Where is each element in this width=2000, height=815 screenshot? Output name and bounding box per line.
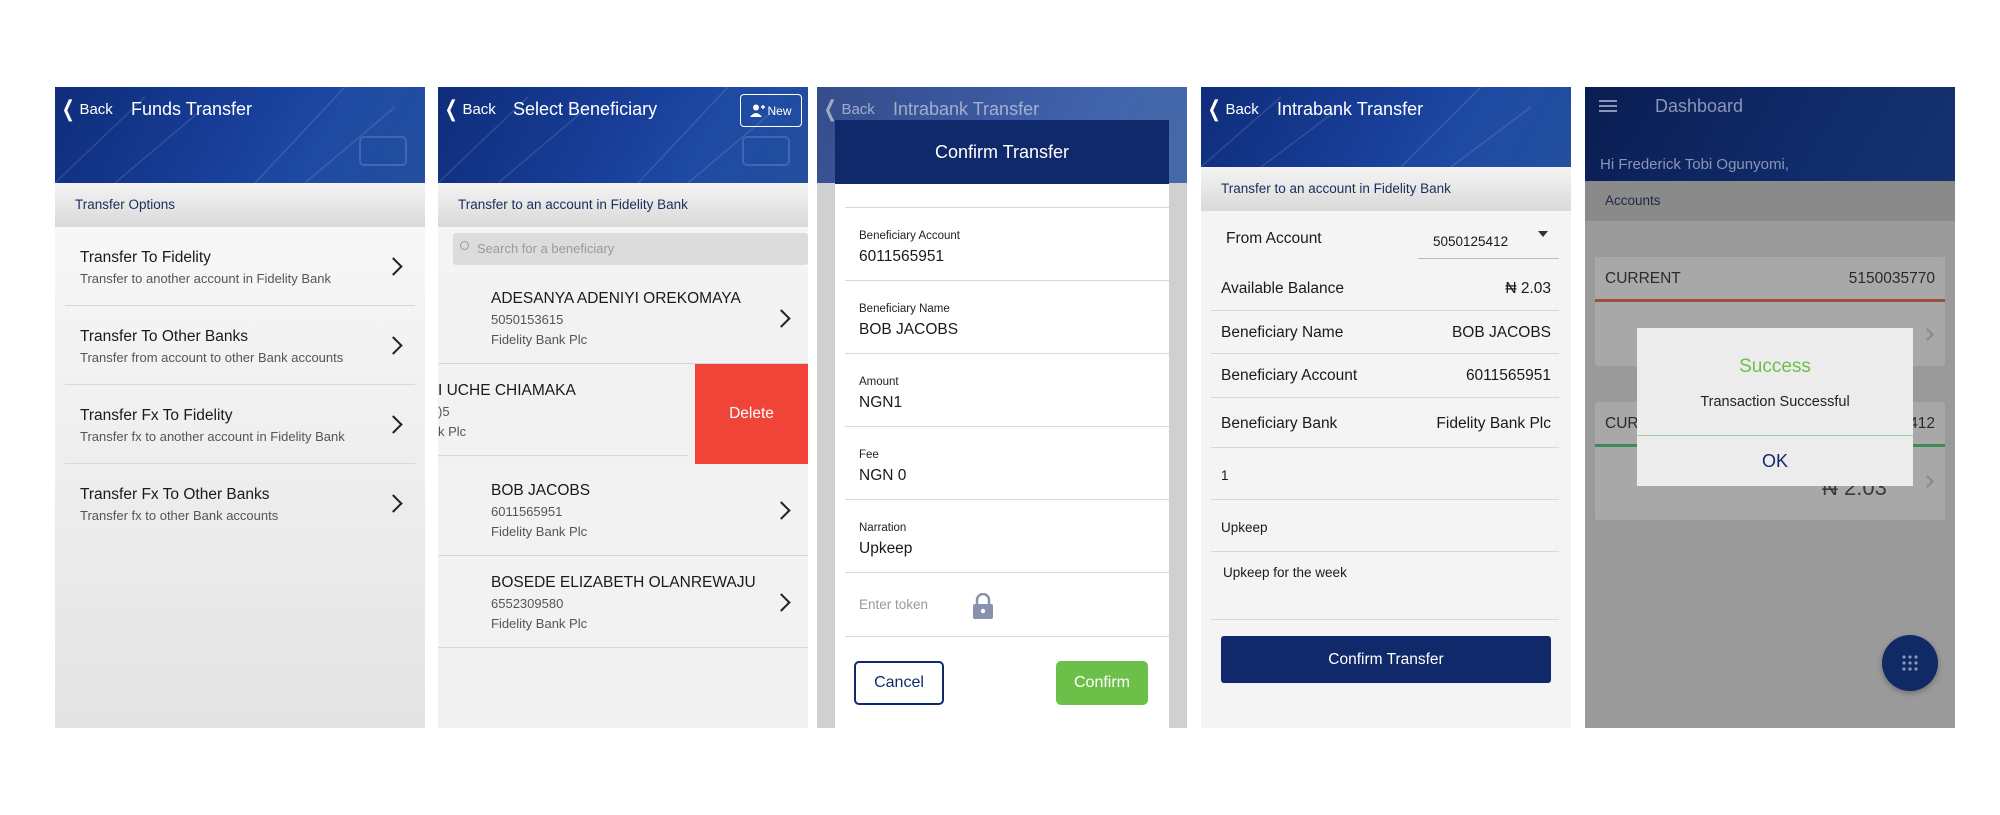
lock-icon — [973, 593, 993, 619]
from-account-select[interactable]: 5050125412 — [1418, 219, 1559, 259]
beneficiary-bank-row: Beneficiary Bank Fidelity Bank Plc — [1211, 398, 1559, 448]
dialog-message: Transaction Successful — [1700, 394, 1850, 410]
beneficiary-list: ADESANYA ADENIYI OREKOMAYA 5050153615 Fi… — [438, 272, 808, 728]
header-bar: Dashboard Hi Frederick Tobi Ogunyomi, — [1585, 87, 1955, 181]
chevron-right-icon — [384, 336, 403, 355]
back-button[interactable]: ❮ Back — [442, 97, 496, 121]
option-transfer-to-other-banks[interactable]: Transfer To Other Banks Transfer from ac… — [65, 306, 415, 385]
beneficiary-row[interactable]: ADESANYA ADENIYI OREKOMAYA 5050153615 Fi… — [438, 272, 808, 364]
search-icon — [460, 241, 469, 250]
beneficiary-row[interactable]: BOSEDE ELIZABETH OLANREWAJU 6552309580 F… — [438, 556, 808, 648]
chevron-right-icon — [1921, 328, 1934, 341]
field-fee: Fee NGN 0 — [845, 427, 1169, 500]
quick-actions-button[interactable] — [1882, 635, 1938, 691]
field-amount: Amount NGN1 — [845, 354, 1169, 427]
add-user-icon — [750, 104, 766, 117]
section-header: Transfer to an account in Fidelity Bank — [1201, 167, 1571, 211]
header-bar: ❮ Back Select Beneficiary New — [438, 87, 808, 183]
beneficiary-name-row: Beneficiary Name BOB JACOBS — [1211, 311, 1559, 354]
confirm-transfer-modal: Confirm Transfer Beneficiary Account 601… — [835, 120, 1169, 728]
chevron-right-icon — [772, 593, 791, 612]
chevron-right-icon — [1921, 475, 1934, 488]
field-beneficiary-name: Beneficiary Name BOB JACOBS — [845, 281, 1169, 354]
accounts-header: Accounts — [1585, 181, 1955, 221]
description-input[interactable]: Upkeep for the week — [1211, 552, 1559, 620]
page-title: Funds Transfer — [131, 99, 253, 119]
back-button[interactable]: ❮ Back — [821, 97, 875, 121]
back-button[interactable]: ❮ Back — [59, 97, 113, 121]
section-header: Transfer Options — [55, 183, 425, 227]
new-beneficiary-button[interactable]: New — [740, 94, 802, 127]
header-bar: ❮ Back Intrabank Transfer — [1201, 87, 1571, 167]
divider — [845, 184, 1169, 208]
search-bar: Search for a beneficiary — [438, 227, 808, 272]
page-title: Select Beneficiary — [513, 99, 658, 119]
account-card-header: CURRENT 5150035770 — [1595, 257, 1945, 302]
chevron-right-icon — [772, 501, 791, 520]
beneficiary-row-swiped[interactable]: I UCHE CHIAMAKA )5 k Plc — [438, 364, 688, 456]
dialog-title: Success — [1739, 356, 1811, 377]
header-bar: ❮ Back Funds Transfer — [55, 87, 425, 183]
from-account-row: From Account 5050125412 — [1211, 211, 1559, 266]
screen-intrabank-transfer: ❮ Back Intrabank Transfer Transfer to an… — [1201, 87, 1571, 728]
screen-funds-transfer: ❮ Back Funds Transfer Transfer Options T… — [55, 87, 425, 728]
amount-input[interactable]: 1 — [1211, 448, 1559, 500]
cancel-button[interactable]: Cancel — [854, 661, 944, 705]
option-transfer-fx-to-other-banks[interactable]: Transfer Fx To Other Banks Transfer fx t… — [65, 464, 415, 543]
chevron-right-icon — [772, 309, 791, 328]
delete-button[interactable]: Delete — [695, 364, 808, 464]
success-dialog: Success Transaction Successful OK — [1637, 328, 1913, 486]
chevron-left-icon: ❮ — [823, 96, 837, 121]
search-input[interactable]: Search for a beneficiary — [453, 233, 808, 265]
available-balance-row: Available Balance ₦ 2.03 — [1211, 266, 1559, 311]
modal-title: Confirm Transfer — [835, 120, 1169, 184]
field-beneficiary-account: Beneficiary Account 6011565951 — [845, 208, 1169, 281]
chevron-right-icon — [384, 257, 403, 276]
page-title: Dashboard — [1655, 96, 1744, 116]
beneficiary-row[interactable]: BOB JACOBS 6011565951 Fidelity Bank Plc — [438, 464, 808, 556]
page-title: Intrabank Transfer — [893, 99, 1040, 119]
screen-dashboard: Dashboard Hi Frederick Tobi Ogunyomi, Ac… — [1585, 87, 1955, 728]
option-transfer-to-fidelity[interactable]: Transfer To Fidelity Transfer to another… — [65, 227, 415, 306]
confirm-button[interactable]: Confirm — [1056, 661, 1148, 705]
chevron-right-icon — [384, 415, 403, 434]
ok-button[interactable]: OK — [1637, 436, 1913, 486]
chevron-right-icon — [384, 494, 403, 513]
confirm-transfer-button[interactable]: Confirm Transfer — [1221, 636, 1551, 683]
option-transfer-fx-to-fidelity[interactable]: Transfer Fx To Fidelity Transfer fx to a… — [65, 385, 415, 464]
narration-input[interactable]: Upkeep — [1211, 500, 1559, 552]
grid-dots-icon — [1902, 655, 1918, 671]
menu-icon[interactable] — [1599, 100, 1617, 102]
greeting: Hi Frederick Tobi Ogunyomi, — [1600, 156, 1789, 173]
beneficiary-account-row: Beneficiary Account 6011565951 — [1211, 354, 1559, 398]
back-button[interactable]: ❮ Back — [1205, 97, 1259, 121]
chevron-left-icon: ❮ — [1207, 96, 1221, 121]
dropdown-arrow-icon — [1538, 231, 1548, 237]
section-header: Transfer to an account in Fidelity Bank — [438, 183, 808, 227]
token-input[interactable]: Enter token — [845, 573, 1169, 637]
field-narration: Narration Upkeep — [845, 500, 1169, 573]
chevron-left-icon: ❮ — [444, 96, 458, 121]
screen-select-beneficiary: ❮ Back Select Beneficiary New Transfer t… — [438, 87, 808, 728]
page-title: Intrabank Transfer — [1277, 99, 1424, 119]
options-list: Transfer To Fidelity Transfer to another… — [55, 227, 425, 728]
screen-intrabank-confirm: ❮ Back Intrabank Transfer Confirm Transf… — [817, 87, 1187, 728]
chevron-left-icon: ❮ — [61, 96, 75, 121]
